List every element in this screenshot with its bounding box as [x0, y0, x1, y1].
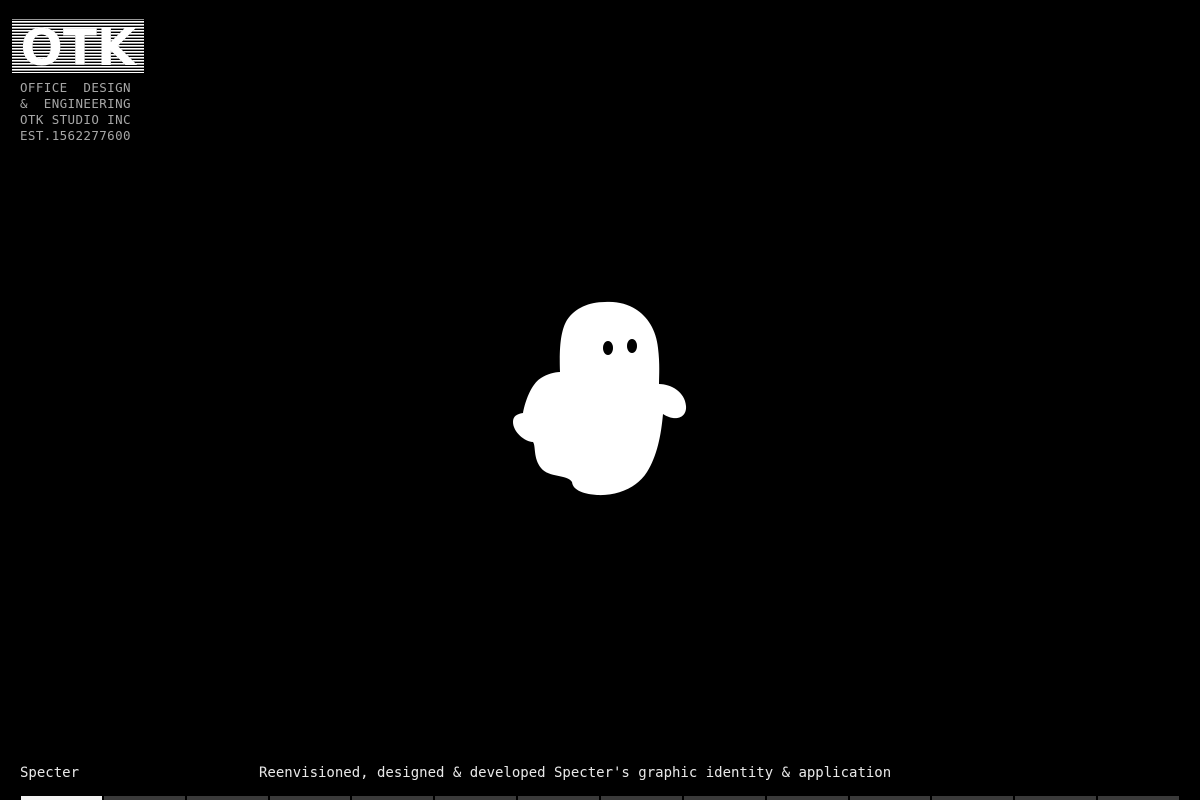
logo-text-fill: OTK: [20, 19, 138, 74]
project-caption: Specter Reenvisioned, designed & develop…: [0, 764, 1200, 784]
ghost-icon: [513, 301, 687, 496]
progress-segment[interactable]: [766, 796, 848, 800]
progress-segment[interactable]: [518, 796, 600, 800]
progress-segment[interactable]: [1015, 796, 1097, 800]
progress-segment[interactable]: [601, 796, 682, 800]
project-progress-bar[interactable]: [21, 796, 1180, 800]
progress-segment[interactable]: [186, 796, 268, 800]
progress-segment[interactable]: [352, 796, 434, 800]
project-illustration: [505, 296, 695, 502]
progress-segment[interactable]: [21, 796, 102, 800]
progress-segment[interactable]: [269, 796, 351, 800]
progress-segment[interactable]: [1098, 796, 1180, 800]
progress-segment[interactable]: [435, 796, 517, 800]
project-description: Reenvisioned, designed & developed Spect…: [259, 765, 892, 781]
brand-header[interactable]: OTK OTK OFFICE DESIGN & ENGINEERING OTK …: [10, 18, 150, 144]
brand-line-office: OFFICE DESIGN: [20, 80, 131, 95]
progress-segment[interactable]: [683, 796, 765, 800]
brand-line-engineering: & ENGINEERING: [20, 96, 131, 111]
progress-segment[interactable]: [932, 796, 1014, 800]
progress-segment[interactable]: [849, 796, 931, 800]
progress-segment[interactable]: [103, 796, 185, 800]
project-title[interactable]: Specter: [20, 764, 79, 782]
brand-line-studio: OTK STUDIO INC: [20, 112, 131, 127]
otk-logo[interactable]: OTK OTK: [10, 18, 146, 74]
brand-line-established: EST.1562277600: [20, 128, 131, 143]
brand-tagline: OFFICE DESIGN & ENGINEERING OTK STUDIO I…: [10, 80, 150, 144]
